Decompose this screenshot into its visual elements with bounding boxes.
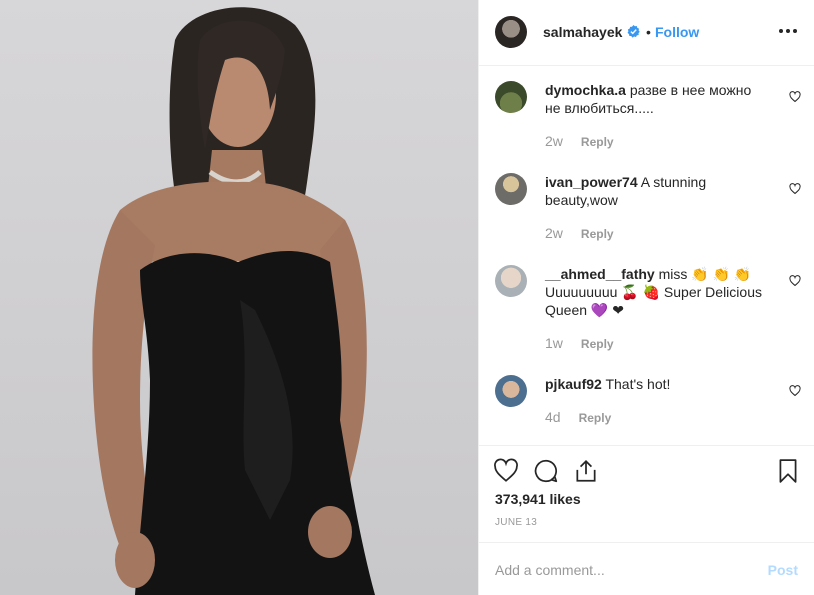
likes-count[interactable]: 373,941 likes [495,491,581,507]
like-comment-heart-icon[interactable] [789,385,801,397]
comment-age[interactable]: 2w [545,133,563,149]
comment-body: A stunning [640,174,707,190]
comment-text: __ahmed__fathy miss 👏 👏 👏 Uuuuuuuuu 🍒 🍓 … [545,265,785,319]
comment-body-line: Queen 💜 ❤ [545,302,624,318]
comment-age[interactable]: 2w [545,225,563,241]
comment-text: ivan_power74 A stunning beauty,wow [545,173,785,209]
comment-body-line: Uuuuuuuuu 🍒 🍓 Super Delicious [545,284,762,300]
comment-text: pjkauf92 That's hot! [545,375,785,393]
reply-button[interactable]: Reply [581,337,614,351]
more-options-icon[interactable] [779,20,799,40]
like-heart-icon[interactable] [493,458,519,484]
share-upload-icon[interactable] [573,458,599,484]
save-bookmark-icon[interactable] [775,458,801,484]
verified-badge-icon [627,25,640,38]
post-header: salmahayek • Follow [479,0,814,66]
comment-body-line: не влюбиться..... [545,100,654,116]
comment-meta: 1w Reply [545,335,614,351]
reply-button[interactable]: Reply [581,227,614,241]
comment-meta: 2w Reply [545,225,614,241]
reply-button[interactable]: Reply [581,135,614,149]
comment-age[interactable]: 1w [545,335,563,351]
comment-composer: Post [479,542,814,595]
comments-list[interactable]: dymochka.a разве в нее можно не влюбитьс… [479,66,814,446]
comment-username[interactable]: dymochka.a [545,82,626,98]
comment-meta: 2w Reply [545,133,614,149]
post-photo-art [92,7,375,595]
post-date[interactable]: JUNE 13 [495,517,537,528]
commenter-avatar[interactable] [495,81,527,113]
comment-body: That's hot! [605,376,671,392]
comment-body: разве в нее можно [629,82,752,98]
commenter-avatar[interactable] [495,375,527,407]
comment-age[interactable]: 4d [545,409,561,425]
add-comment-input[interactable] [495,560,745,580]
comment-username[interactable]: ivan_power74 [545,174,638,190]
comment-username[interactable]: pjkauf92 [545,376,602,392]
comment-body: miss 👏 👏 👏 [658,266,752,282]
comment-bubble-icon[interactable] [533,458,559,484]
post-comment-button[interactable]: Post [768,562,798,578]
commenter-avatar[interactable] [495,265,527,297]
comment-meta: 4d Reply [545,409,611,425]
comment-text: dymochka.a разве в нее можно не влюбитьс… [545,81,785,117]
author-avatar[interactable] [495,16,527,48]
separator-dot: • [646,24,651,40]
author-username[interactable]: salmahayek [543,24,622,40]
commenter-avatar[interactable] [495,173,527,205]
reply-button[interactable]: Reply [579,411,612,425]
follow-button[interactable]: Follow [655,24,699,40]
post-details-panel: salmahayek • Follow dymochka.a разве в н… [478,0,814,595]
like-comment-heart-icon[interactable] [789,91,801,103]
comment-body-line: beauty,wow [545,192,618,208]
like-comment-heart-icon[interactable] [789,275,801,287]
post-photo[interactable] [0,0,478,595]
like-comment-heart-icon[interactable] [789,183,801,195]
comment-username[interactable]: __ahmed__fathy [545,266,655,282]
